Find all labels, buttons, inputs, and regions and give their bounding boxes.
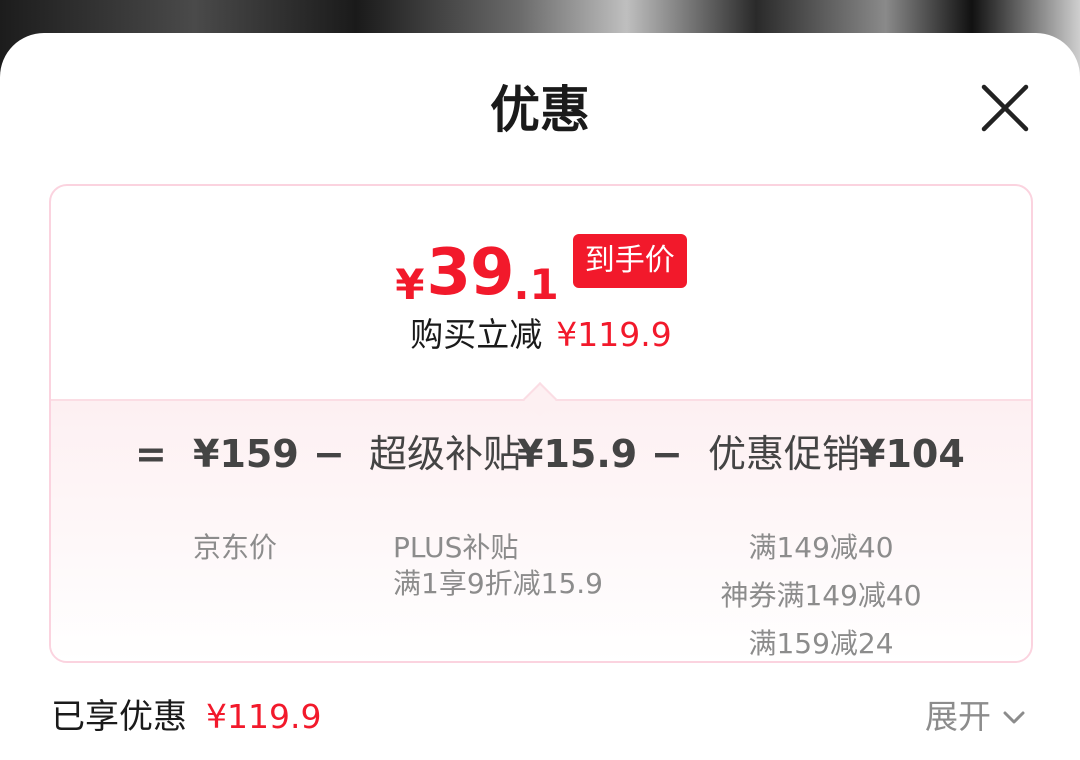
- sheet-title: 优惠: [490, 81, 590, 139]
- close-icon: [981, 84, 1029, 132]
- expand-button[interactable]: 展开: [925, 694, 1027, 740]
- equals-sign: =: [135, 432, 167, 476]
- price-integer: 39: [426, 236, 514, 310]
- savings-amount: ¥119.9: [556, 315, 672, 354]
- promotion-sheet: 优惠 ¥ 39 .1 到手价 购买立减 ¥119.9 = ¥159 − 超级补贴 …: [0, 33, 1080, 760]
- promo-detail: 满149减40: [748, 531, 894, 564]
- expand-label: 展开: [925, 697, 991, 736]
- promo-detail: 神券满149减40: [720, 579, 922, 612]
- price-currency: ¥: [395, 260, 425, 309]
- final-price: ¥ 39 .1 到手价: [51, 232, 1031, 308]
- enjoyed-discount-label: 已享优惠: [51, 697, 187, 737]
- price-breakdown-card: ¥ 39 .1 到手价 购买立减 ¥119.9 = ¥159 − 超级补贴 ¥15…: [49, 184, 1033, 663]
- minus-sign-1: −: [313, 432, 345, 476]
- purchase-savings: 购买立减 ¥119.9: [51, 314, 1031, 356]
- price-decimal: .1: [513, 260, 559, 309]
- subsidy-label: 超级补贴: [369, 432, 522, 476]
- promo-detail: 满159减24: [748, 627, 894, 660]
- enjoyed-discount-amount: ¥119.9: [206, 697, 322, 736]
- final-price-tag: 到手价: [572, 234, 687, 288]
- promo-value: ¥104: [859, 432, 965, 476]
- promo-label: 优惠促销: [708, 432, 861, 476]
- close-button[interactable]: [978, 81, 1032, 135]
- savings-label: 购买立减: [410, 315, 543, 354]
- base-price-label: 京东价: [193, 531, 278, 564]
- minus-sign-2: −: [651, 432, 683, 476]
- chevron-down-icon: [1003, 711, 1025, 724]
- subsidy-value: ¥15.9: [517, 432, 638, 476]
- base-price-value: ¥159: [193, 432, 299, 476]
- subsidy-detail: 满1享9折减15.9: [393, 567, 603, 600]
